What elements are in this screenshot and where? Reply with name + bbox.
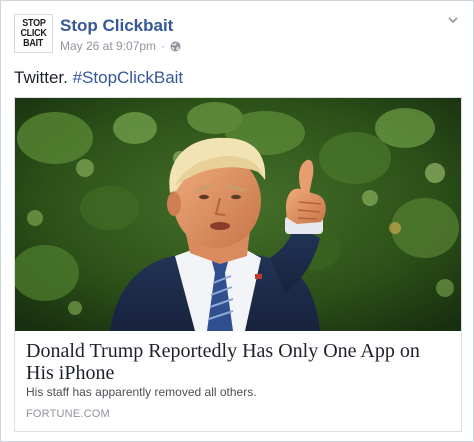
page-avatar[interactable]: STOP CLICK BAIT bbox=[14, 14, 53, 53]
link-preview-description: His staff has apparently removed all oth… bbox=[26, 385, 257, 399]
post-timestamp[interactable]: May 26 at 9:07pm bbox=[60, 39, 156, 53]
post-text: Twitter. #StopClickBait bbox=[14, 67, 183, 89]
link-preview-source: FORTUNE.COM bbox=[26, 408, 110, 420]
page-name-link[interactable]: Stop Clickbait bbox=[60, 16, 173, 36]
meta-separator: · bbox=[161, 39, 166, 53]
facebook-post: STOP CLICK BAIT Stop Clickbait May 26 at… bbox=[0, 0, 474, 442]
link-preview-card[interactable]: Donald Trump Reportedly Has Only One App… bbox=[14, 97, 462, 432]
chevron-down-icon[interactable] bbox=[446, 13, 460, 27]
post-text-prefix: Twitter. bbox=[14, 68, 68, 87]
post-meta: May 26 at 9:07pm · bbox=[60, 39, 181, 53]
link-preview-title[interactable]: Donald Trump Reportedly Has Only One App… bbox=[26, 340, 446, 384]
hashtag-link[interactable]: #StopClickBait bbox=[73, 68, 184, 87]
globe-icon[interactable] bbox=[170, 41, 181, 52]
avatar-logo-line-3: BAIT bbox=[23, 37, 44, 49]
link-preview-image[interactable] bbox=[15, 98, 461, 331]
